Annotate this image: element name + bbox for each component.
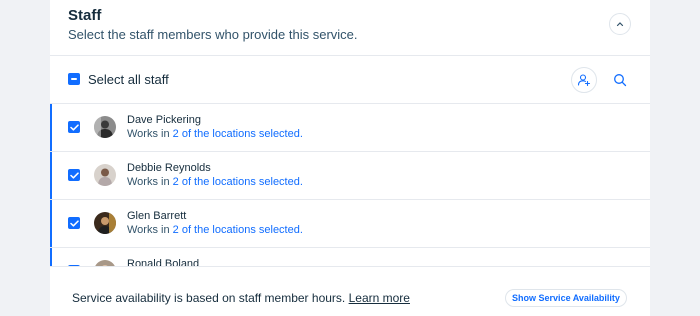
search-icon — [614, 74, 627, 87]
page-title: Staff — [68, 7, 102, 24]
show-service-availability-button[interactable]: Show Service Availability — [505, 289, 627, 307]
add-staff-button[interactable] — [571, 67, 597, 93]
list-item[interactable]: Debbie Reynolds Works in 2 of the locati… — [50, 152, 650, 200]
list-item[interactable]: Glen Barrett Works in 2 of the locations… — [50, 200, 650, 248]
staff-panel: Staff Select the staff members who provi… — [50, 0, 650, 316]
staff-header: Staff Select the staff members who provi… — [50, 0, 650, 56]
search-button[interactable] — [610, 70, 630, 90]
select-all-row: Select all staff — [50, 56, 650, 104]
avatar — [94, 116, 116, 138]
chevron-up-icon — [616, 22, 624, 27]
staff-checkbox[interactable] — [68, 217, 80, 229]
footer: Service availability is based on staff m… — [50, 266, 650, 316]
page-subtitle: Select the staff members who provide thi… — [68, 27, 358, 42]
select-all-label: Select all staff — [88, 72, 169, 87]
staff-locations: Works in 2 of the locations selected. — [127, 176, 303, 188]
add-person-icon — [577, 74, 591, 87]
locations-link[interactable]: 2 of the locations selected. — [173, 176, 303, 188]
availability-note: Service availability is based on staff m… — [72, 291, 410, 305]
staff-checkbox[interactable] — [68, 121, 80, 133]
staff-name: Debbie Reynolds — [127, 162, 211, 174]
locations-link[interactable]: 2 of the locations selected. — [173, 128, 303, 140]
checkmark-icon — [69, 123, 79, 131]
locations-link[interactable]: 2 of the locations selected. — [173, 224, 303, 236]
staff-locations: Works in 2 of the locations selected. — [127, 224, 303, 236]
staff-name: Ronald Boland — [127, 258, 200, 266]
list-item[interactable]: Ronald Boland — [50, 248, 650, 266]
avatar — [94, 212, 116, 234]
list-item[interactable]: Dave Pickering Works in 2 of the locatio… — [50, 104, 650, 152]
checkmark-icon — [69, 171, 79, 179]
avatar — [94, 164, 116, 186]
staff-locations: Works in 2 of the locations selected. — [127, 128, 303, 140]
staff-checkbox[interactable] — [68, 169, 80, 181]
select-all-checkbox[interactable] — [68, 73, 80, 85]
staff-list: Dave Pickering Works in 2 of the locatio… — [50, 104, 650, 266]
staff-name: Dave Pickering — [127, 114, 201, 126]
checkmark-icon — [69, 219, 79, 227]
collapse-button[interactable] — [609, 13, 631, 35]
staff-name: Glen Barrett — [127, 210, 187, 222]
indeterminate-icon — [71, 78, 77, 80]
learn-more-link[interactable]: Learn more — [349, 291, 410, 305]
